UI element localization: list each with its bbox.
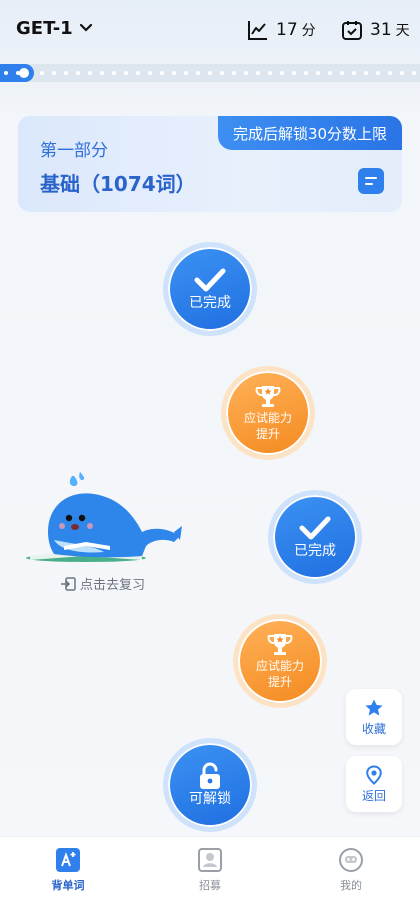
- progress-dot: [196, 71, 200, 75]
- review-label: 点击去复习: [80, 578, 146, 593]
- unlock-badge: 完成后解锁30分数上限: [218, 116, 402, 150]
- progress-dot: [148, 71, 152, 75]
- days-value: 31: [370, 20, 392, 40]
- deck-selector[interactable]: GET-1: [16, 18, 93, 39]
- progress-dot: [160, 71, 164, 75]
- progress-dot: [256, 71, 260, 75]
- progress-dot: [232, 71, 236, 75]
- days-stat[interactable]: 31 天: [340, 18, 410, 42]
- progress-dot: [76, 71, 80, 75]
- exam-boost-node-2[interactable]: 应试能力 提升: [233, 614, 327, 708]
- progress-dot: [64, 71, 68, 75]
- section-title: 基础（1074词）: [40, 172, 196, 196]
- tab-label: 我的: [340, 879, 362, 892]
- progress-dot: [52, 71, 56, 75]
- trophy-icon: [266, 632, 294, 658]
- enter-icon: [60, 576, 76, 591]
- location-pin-icon: [364, 764, 384, 785]
- score-stat[interactable]: 17 分: [246, 18, 316, 42]
- section-part: 第一部分: [40, 141, 108, 161]
- progress-dot: [208, 71, 212, 75]
- unlock-icon: [197, 762, 223, 790]
- progress-dot: [16, 71, 20, 75]
- node-face: 应试能力 提升: [238, 619, 322, 703]
- progress-dot: [304, 71, 308, 75]
- top-bar: GET-1 17 分 31 天: [0, 0, 420, 62]
- tab-recruit[interactable]: 招募: [170, 847, 250, 893]
- check-icon: [193, 266, 227, 294]
- score-value: 17: [276, 20, 298, 40]
- progress-dot: [184, 71, 188, 75]
- progress-dot: [292, 71, 296, 75]
- recruit-icon: [197, 847, 223, 873]
- days-unit: 天: [395, 23, 410, 39]
- progress-dot: [400, 71, 404, 75]
- node-label-line-1: 应试能力: [255, 659, 304, 673]
- progress-dot: [244, 71, 248, 75]
- line-chart-icon: [246, 18, 270, 42]
- favorites-button[interactable]: 收藏: [346, 689, 402, 745]
- progress-dot: [328, 71, 332, 75]
- book-icon[interactable]: [358, 168, 384, 194]
- node-face: 已完成: [273, 495, 357, 579]
- progress-dot: [100, 71, 104, 75]
- return-button[interactable]: 返回: [346, 756, 402, 812]
- progress-dot: [364, 71, 368, 75]
- progress-dot: [316, 71, 320, 75]
- word-card-icon: [55, 847, 81, 873]
- node-face: 应试能力 提升: [226, 371, 310, 455]
- whale-mascot[interactable]: [24, 470, 184, 566]
- check-icon: [298, 514, 332, 542]
- progress-dot: [412, 71, 416, 75]
- progress-dot: [376, 71, 380, 75]
- progress-dot: [280, 71, 284, 75]
- learning-progress-bar: [0, 64, 420, 82]
- bottom-tab-bar: 背单词 招募 我的: [0, 836, 420, 897]
- node-label: 可解锁: [189, 791, 231, 807]
- calendar-check-icon: [340, 18, 364, 42]
- chevron-down-icon: [79, 21, 93, 37]
- node-label: 已完成: [189, 295, 231, 311]
- progress-dot: [388, 71, 392, 75]
- section-card[interactable]: 完成后解锁30分数上限 第一部分 基础（1074词）: [18, 116, 402, 212]
- node-label-line-2: 提升: [267, 675, 292, 689]
- progress-dot: [340, 71, 344, 75]
- star-icon: [364, 698, 384, 718]
- robot-face-icon: [338, 847, 364, 873]
- progress-dot: [352, 71, 356, 75]
- lesson-node-unlockable[interactable]: 可解锁: [163, 738, 257, 832]
- progress-dot: [112, 71, 116, 75]
- progress-dot: [220, 71, 224, 75]
- progress-dot: [124, 71, 128, 75]
- progress-dot: [136, 71, 140, 75]
- lesson-node-completed-2[interactable]: 已完成: [268, 490, 362, 584]
- trophy-icon: [254, 384, 282, 410]
- progress-dot: [268, 71, 272, 75]
- progress-dot: [4, 71, 8, 75]
- node-label-line-1: 应试能力: [243, 411, 292, 425]
- favorites-label: 收藏: [361, 721, 386, 736]
- return-label: 返回: [361, 788, 386, 803]
- deck-name: GET-1: [16, 18, 73, 39]
- score-unit: 分: [301, 23, 316, 39]
- tab-label: 招募: [199, 879, 221, 892]
- progress-dot: [172, 71, 176, 75]
- node-face: 已完成: [168, 247, 252, 331]
- progress-knob: [19, 68, 29, 78]
- tab-label: 背单词: [51, 879, 85, 892]
- node-label-line-2: 提升: [255, 427, 280, 441]
- go-review-link[interactable]: 点击去复习: [60, 574, 145, 593]
- node-label: 已完成: [294, 543, 336, 559]
- tab-profile[interactable]: 我的: [311, 847, 391, 893]
- app-root: GET-1 17 分 31 天 完成后解锁30分数上限 第一部分 基础（1074…: [0, 0, 420, 897]
- lesson-node-completed-1[interactable]: 已完成: [163, 242, 257, 336]
- tab-vocabulary[interactable]: 背单词: [28, 847, 108, 893]
- node-face: 可解锁: [168, 743, 252, 827]
- progress-dot: [88, 71, 92, 75]
- progress-dot: [40, 71, 44, 75]
- exam-boost-node-1[interactable]: 应试能力 提升: [221, 366, 315, 460]
